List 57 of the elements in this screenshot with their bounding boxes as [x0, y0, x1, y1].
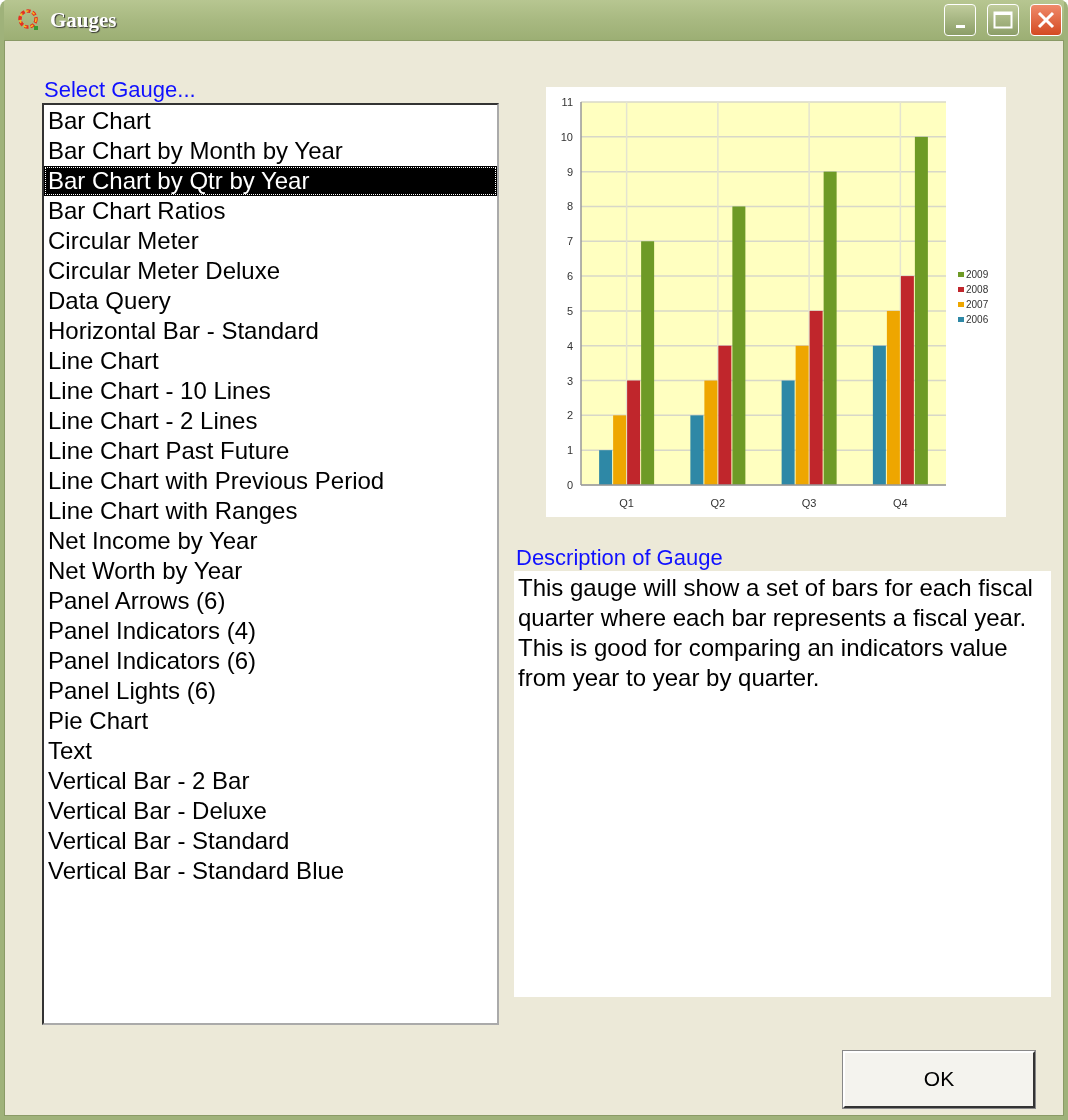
x-tick-label: Q3: [801, 497, 817, 509]
list-item[interactable]: Bar Chart by Qtr by Year: [44, 166, 497, 196]
y-tick-label: 8: [566, 200, 573, 213]
x-tick-label: Q2: [710, 497, 726, 509]
y-tick-label: 0: [566, 479, 573, 491]
list-item[interactable]: Line Chart - 2 Lines: [44, 406, 497, 436]
y-tick-label: 9: [566, 165, 573, 178]
close-icon: [1037, 11, 1055, 29]
minimize-icon: [955, 24, 965, 28]
legend-label: 2008: [966, 284, 989, 295]
list-item[interactable]: Line Chart: [44, 346, 497, 376]
list-item[interactable]: Panel Lights (6): [44, 676, 497, 706]
y-tick-label: 7: [566, 235, 573, 248]
y-tick-label: 3: [566, 374, 573, 387]
maximize-icon: [993, 11, 1013, 29]
list-item[interactable]: Panel Arrows (6): [44, 586, 497, 616]
description-label: Description of Gauge: [515, 545, 723, 571]
list-item[interactable]: Panel Indicators (6): [44, 646, 497, 676]
list-item[interactable]: Bar Chart Ratios: [44, 196, 497, 226]
list-item[interactable]: Line Chart with Ranges: [44, 496, 497, 526]
list-item[interactable]: Line Chart - 10 Lines: [44, 376, 497, 406]
list-item[interactable]: Vertical Bar - Deluxe: [44, 796, 497, 826]
list-item[interactable]: Circular Meter Deluxe: [44, 256, 497, 286]
y-tick-label: 6: [566, 270, 573, 283]
y-tick-label: 2: [566, 409, 573, 422]
description-text: This gauge will show a set of bars for each fiscal quarter where each bar represents a fiscal year. This is good for comparing an indicators value from year to year by quarter.: [518, 573, 1034, 693]
legend-label: 2009: [966, 269, 989, 280]
list-item[interactable]: Data Query: [44, 286, 497, 316]
list-item[interactable]: Vertical Bar - 2 Bar: [44, 766, 497, 796]
list-label: Select Gauge...: [43, 77, 196, 103]
list-item[interactable]: Bar Chart by Month by Year: [44, 136, 497, 166]
x-tick-label: Q1: [619, 497, 634, 509]
y-tick-label: 4: [566, 339, 573, 352]
window-title: Gauges: [50, 7, 118, 33]
ok-button[interactable]: OK: [843, 1050, 1035, 1108]
list-item[interactable]: Line Chart with Previous Period: [44, 466, 497, 496]
legend-label: 2006: [966, 314, 989, 325]
list-item[interactable]: Net Worth by Year: [44, 556, 497, 586]
y-tick-label: 10: [560, 130, 573, 143]
list-item[interactable]: Pie Chart: [44, 706, 497, 736]
list-item[interactable]: Line Chart Past Future: [44, 436, 497, 466]
list-item[interactable]: Net Income by Year: [44, 526, 497, 556]
list-item[interactable]: Horizontal Bar - Standard: [44, 316, 497, 346]
list-item[interactable]: Bar Chart: [44, 106, 497, 136]
y-tick-label: 5: [566, 304, 573, 317]
list-item[interactable]: Vertical Bar - Standard Blue: [44, 856, 497, 886]
y-tick-label: 1: [566, 444, 573, 457]
list-item[interactable]: Circular Meter: [44, 226, 497, 256]
list-item[interactable]: Text: [44, 736, 497, 766]
close-button[interactable]: [1030, 4, 1062, 36]
list-item[interactable]: Vertical Bar - Standard: [44, 826, 497, 856]
minimize-button[interactable]: [944, 4, 976, 36]
y-tick-label: 11: [561, 96, 573, 108]
x-tick-label: Q4: [893, 497, 908, 509]
maximize-button[interactable]: [987, 4, 1019, 36]
list-item[interactable]: Panel Indicators (4): [44, 616, 497, 646]
legend-label: 2007: [966, 299, 989, 310]
